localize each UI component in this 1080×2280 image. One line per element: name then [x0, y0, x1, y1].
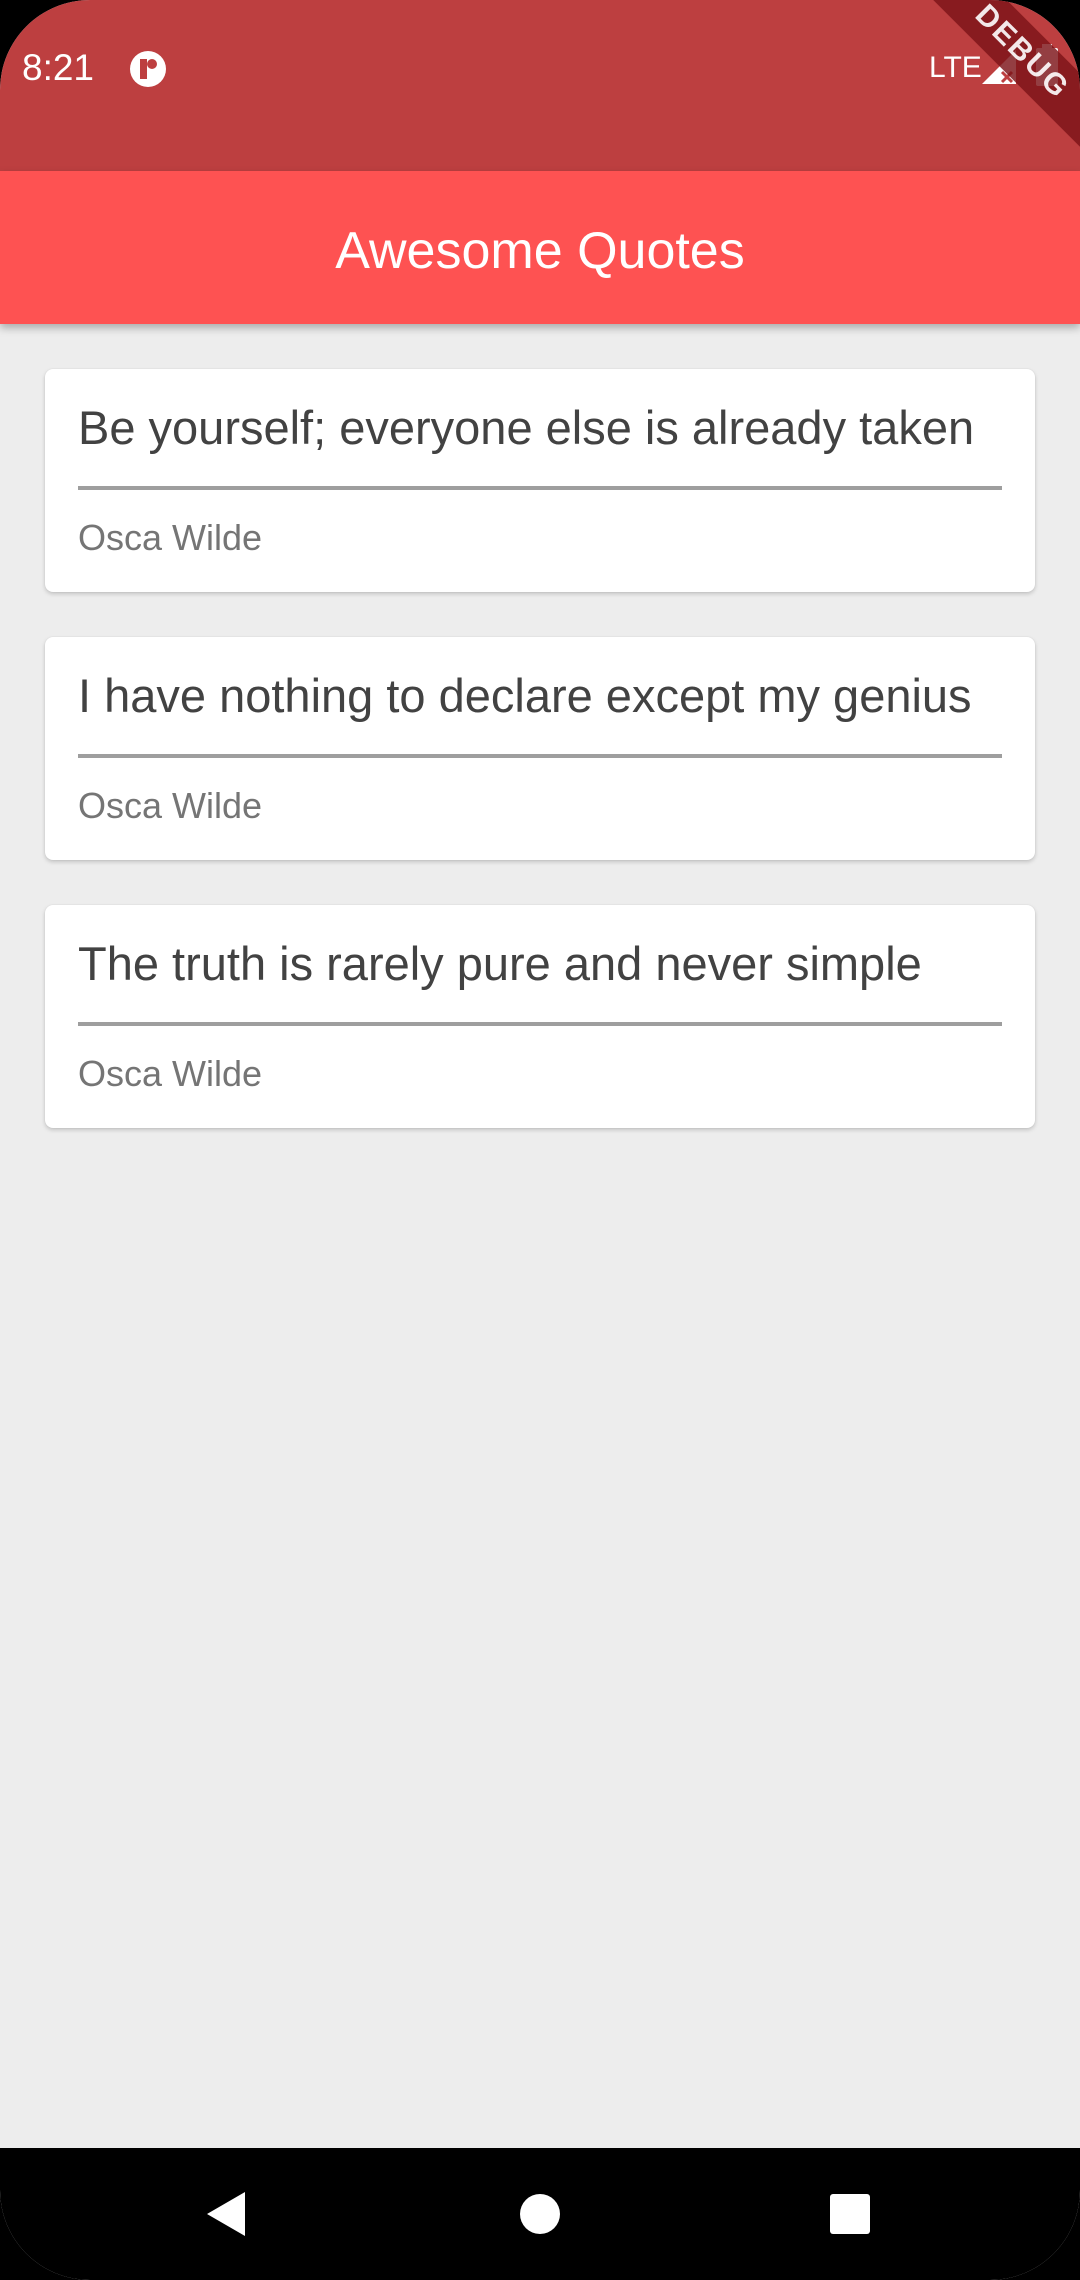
status-time: 8:21: [22, 47, 95, 88]
quotes-list: Be yourself; everyone else is already ta…: [0, 324, 1080, 2148]
quote-divider: [78, 754, 1002, 758]
quote-text: The truth is rarely pure and never simpl…: [78, 937, 922, 990]
back-icon[interactable]: [185, 2174, 265, 2254]
quote-text: I have nothing to declare except my geni…: [78, 669, 972, 722]
network-type: LTE: [929, 51, 982, 84]
quote-author: Osca Wilde: [78, 1053, 263, 1094]
status-bar: 8:21 LTE DEBUG: [0, 0, 1080, 177]
quote-text: Be yourself; everyone else is already ta…: [78, 401, 975, 454]
quote-card: The truth is rarely pure and never simpl…: [45, 905, 1035, 1128]
quote-divider: [78, 486, 1002, 490]
quote-author: Osca Wilde: [78, 785, 263, 826]
debug-banner: DEBUG: [897, 0, 1080, 177]
quote-card: Be yourself; everyone else is already ta…: [45, 369, 1035, 592]
quote-card: I have nothing to declare except my geni…: [45, 637, 1035, 860]
home-icon[interactable]: [500, 2174, 580, 2254]
app-bar: Awesome Quotes: [0, 171, 1080, 324]
app-notification-icon: [130, 51, 166, 87]
quote-divider: [78, 1022, 1002, 1026]
navigation-bar: [0, 2148, 1080, 2280]
phone-screen: 8:21 LTE DEBUG Awesome Quotes Be yoursel…: [0, 0, 1080, 2280]
quote-author: Osca Wilde: [78, 517, 263, 558]
app-title: Awesome Quotes: [335, 222, 745, 280]
recents-icon[interactable]: [810, 2174, 890, 2254]
